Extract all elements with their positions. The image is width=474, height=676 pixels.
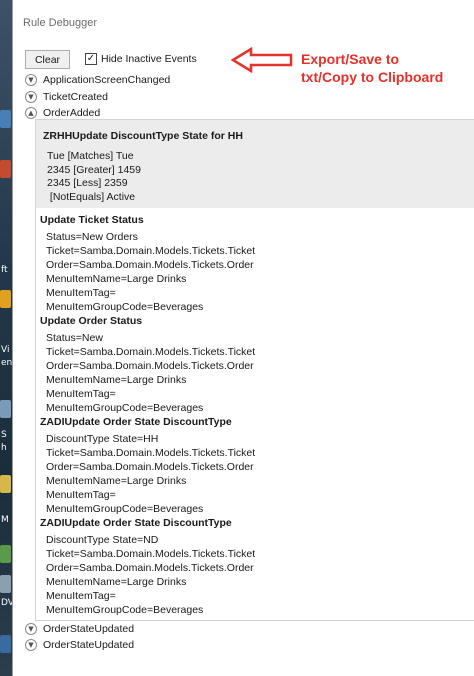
- action-param: MenuItemGroupCode=Beverages: [46, 402, 204, 414]
- clear-button[interactable]: Clear: [25, 50, 70, 69]
- event-row[interactable]: ▼ OrderStateUpdated: [25, 622, 134, 636]
- event-label: TicketCreated: [43, 91, 108, 103]
- action-param: MenuItemTag=: [46, 489, 116, 501]
- event-row[interactable]: ▼ ApplicationScreenChanged: [25, 73, 170, 87]
- action-title: ZADIUpdate Order State DiscountType: [40, 416, 232, 428]
- action-title: ZADIUpdate Order State DiscountType: [40, 517, 232, 529]
- hide-inactive-label[interactable]: Hide Inactive Events: [101, 53, 197, 65]
- desktop-shortcut-label: S: [1, 430, 7, 440]
- desktop-shortcut-label: DV: [1, 598, 12, 608]
- rule-title: ZRHHUpdate DiscountType State for HH: [43, 130, 243, 142]
- action-param: Ticket=Samba.Domain.Models.Tickets.Ticke…: [46, 346, 256, 358]
- annotation-line: txt/Copy to Clipboard: [301, 69, 444, 85]
- event-label: ApplicationScreenChanged: [43, 74, 171, 86]
- action-param: Order=Samba.Domain.Models.Tickets.Order: [46, 562, 254, 574]
- action-param: MenuItemTag=: [46, 287, 116, 299]
- action-param: MenuItemName=Large Drinks: [46, 374, 187, 386]
- condition-line: Tue [Matches] Tue: [47, 150, 134, 162]
- event-row[interactable]: ▲ OrderAdded: [25, 106, 100, 120]
- hide-inactive-checkbox[interactable]: ✓: [85, 53, 97, 65]
- desktop-shortcut-label: en: [1, 358, 12, 368]
- desktop-shortcut-label: M: [1, 515, 9, 525]
- desktop-shortcut-icon[interactable]: [0, 475, 11, 493]
- annotation-text: Export/Save to txt/Copy to Clipboard: [301, 50, 474, 86]
- condition-line: [NotEquals] Active: [47, 191, 136, 203]
- desktop-shortcut-icon[interactable]: [0, 575, 11, 593]
- action-title: Update Order Status: [40, 315, 143, 327]
- event-row[interactable]: ▼ OrderStateUpdated: [25, 638, 134, 652]
- chevron-down-icon[interactable]: ▼: [25, 74, 37, 86]
- red-arrow-annotation: [231, 47, 293, 73]
- desktop-shortcut-icon[interactable]: [0, 545, 11, 563]
- action-param: MenuItemName=Large Drinks: [46, 475, 187, 487]
- desktop-shortcut-label: h: [1, 443, 7, 453]
- condition-line: 2345 [Less] 2359: [47, 177, 128, 189]
- chevron-down-icon[interactable]: ▼: [25, 623, 37, 635]
- desktop-background: ft Vi en S h M DV: [0, 0, 12, 676]
- desktop-shortcut-icon[interactable]: [0, 110, 11, 128]
- event-row[interactable]: ▼ TicketCreated: [25, 90, 108, 104]
- action-param: Order=Samba.Domain.Models.Tickets.Order: [46, 259, 254, 271]
- event-label: OrderStateUpdated: [43, 639, 135, 651]
- desktop-shortcut-label: Vi: [1, 345, 10, 355]
- action-param: MenuItemTag=: [46, 590, 116, 602]
- chevron-down-icon[interactable]: ▼: [25, 639, 37, 651]
- rule-debugger-window: Rule Debugger Clear ✓ Hide Inactive Even…: [12, 0, 474, 676]
- action-param: Order=Samba.Domain.Models.Tickets.Order: [46, 461, 254, 473]
- action-param: Ticket=Samba.Domain.Models.Tickets.Ticke…: [46, 548, 256, 560]
- action-param: MenuItemTag=: [46, 388, 116, 400]
- action-param: DiscountType State=HH: [46, 433, 159, 445]
- chevron-down-icon[interactable]: ▼: [25, 91, 37, 103]
- desktop-shortcut-label: ft: [1, 265, 8, 275]
- rule-header: ZRHHUpdate DiscountType State for HH Tue…: [36, 120, 474, 208]
- condition-line: 2345 [Greater] 1459: [47, 164, 141, 176]
- event-label: OrderStateUpdated: [43, 623, 135, 635]
- action-param: DiscountType State=ND: [46, 534, 159, 546]
- desktop-shortcut-icon[interactable]: [0, 290, 11, 308]
- action-param: Order=Samba.Domain.Models.Tickets.Order: [46, 360, 254, 372]
- action-title: Update Ticket Status: [40, 214, 144, 226]
- action-param: Ticket=Samba.Domain.Models.Tickets.Ticke…: [46, 447, 256, 459]
- action-param: MenuItemGroupCode=Beverages: [46, 301, 204, 313]
- action-param: Ticket=Samba.Domain.Models.Tickets.Ticke…: [46, 245, 256, 257]
- expanded-event-panel: ZRHHUpdate DiscountType State for HH Tue…: [35, 119, 474, 621]
- action-param: MenuItemName=Large Drinks: [46, 576, 187, 588]
- desktop-shortcut-icon[interactable]: [0, 635, 11, 653]
- action-param: MenuItemGroupCode=Beverages: [46, 604, 204, 616]
- desktop-shortcut-icon[interactable]: [0, 160, 11, 178]
- chevron-up-icon[interactable]: ▲: [25, 107, 37, 119]
- action-param: MenuItemName=Large Drinks: [46, 273, 187, 285]
- action-param: Status=New: [46, 332, 103, 344]
- action-param: Status=New Orders: [46, 231, 138, 243]
- desktop-shortcut-icon[interactable]: [0, 400, 11, 418]
- annotation-line: Export/Save to: [301, 51, 400, 67]
- window-title: Rule Debugger: [23, 17, 97, 29]
- event-label: OrderAdded: [43, 107, 101, 119]
- action-param: MenuItemGroupCode=Beverages: [46, 503, 204, 515]
